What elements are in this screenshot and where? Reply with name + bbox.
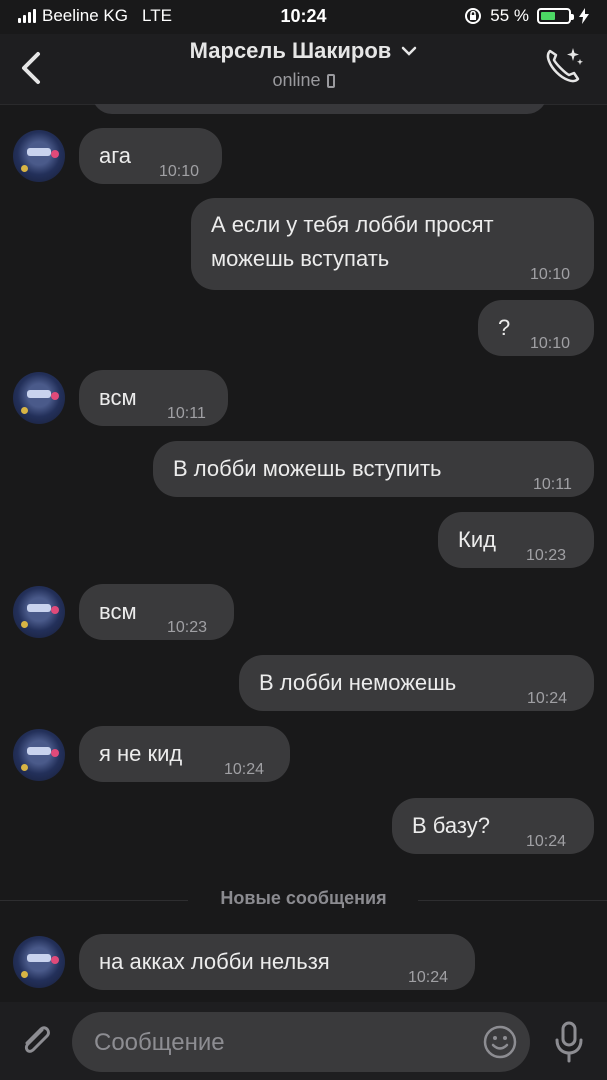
battery-fill bbox=[541, 12, 555, 20]
status-right: 55 % bbox=[464, 6, 589, 26]
outgoing-message[interactable]: В базу? 10:24 bbox=[392, 798, 594, 854]
emoji-icon[interactable] bbox=[482, 1024, 518, 1060]
message-text: ? bbox=[498, 315, 511, 340]
status-bar: Beeline KG LTE 10:24 55 % bbox=[0, 0, 607, 34]
incoming-message[interactable]: ага 10:10 bbox=[79, 128, 222, 184]
battery-percent: 55 % bbox=[490, 6, 529, 25]
message-text: В лобби можешь вступить bbox=[173, 456, 442, 481]
message-text: всм bbox=[99, 385, 137, 410]
contact-name: Марсель Шакиров bbox=[189, 38, 392, 63]
message-text: ага bbox=[99, 143, 132, 168]
partial-message bbox=[92, 104, 547, 114]
rotation-lock-icon bbox=[465, 8, 482, 24]
chat-header: Марсель Шакиров online bbox=[0, 34, 607, 105]
contact-avatar[interactable] bbox=[13, 130, 65, 182]
outgoing-message[interactable]: В лобби неможешь 10:24 bbox=[239, 655, 594, 711]
contact-avatar[interactable] bbox=[13, 729, 65, 781]
message-text: В лобби неможешь bbox=[259, 670, 457, 695]
message-text-line-1: А если у тебя лобби просят bbox=[211, 212, 494, 237]
message-time: 10:10 bbox=[530, 335, 571, 352]
online-status: online bbox=[272, 70, 321, 90]
contact-avatar[interactable] bbox=[13, 586, 65, 638]
message-text: на акках лобби нельзя bbox=[99, 949, 330, 974]
outgoing-message[interactable]: ? 10:10 bbox=[478, 300, 594, 356]
message-time: 10:24 bbox=[527, 690, 568, 707]
message-text: Кид bbox=[458, 527, 496, 552]
mobile-icon bbox=[326, 73, 335, 88]
message-time: 10:24 bbox=[224, 761, 265, 778]
new-messages-label: Новые сообщения bbox=[220, 888, 387, 908]
message-time: 10:10 bbox=[159, 163, 200, 180]
microphone-icon[interactable] bbox=[553, 1020, 585, 1064]
call-icon[interactable] bbox=[541, 44, 585, 88]
incoming-message[interactable]: всм 10:11 bbox=[79, 370, 228, 426]
message-time: 10:11 bbox=[167, 405, 206, 422]
incoming-message[interactable]: на акках лобби нельзя 10:24 bbox=[79, 934, 475, 990]
message-time: 10:11 bbox=[533, 476, 572, 493]
message-input[interactable] bbox=[92, 1012, 476, 1074]
message-time: 10:23 bbox=[526, 547, 567, 564]
message-time: 10:24 bbox=[526, 833, 567, 850]
message-text: В базу? bbox=[412, 813, 490, 838]
outgoing-message[interactable]: Кид 10:23 bbox=[438, 512, 594, 568]
battery-icon bbox=[537, 8, 574, 24]
contact-info[interactable]: Марсель Шакиров online bbox=[0, 38, 607, 91]
paperclip-icon[interactable] bbox=[18, 1020, 54, 1060]
message-text-line-2: можешь вступать bbox=[211, 246, 390, 271]
chevron-down-icon bbox=[402, 46, 417, 56]
contact-status: online bbox=[272, 70, 335, 91]
message-list[interactable]: ага 10:10 А если у тебя лобби просят мож… bbox=[0, 104, 607, 1002]
contact-avatar[interactable] bbox=[13, 372, 65, 424]
message-field[interactable] bbox=[72, 1012, 530, 1074]
outgoing-message[interactable]: А если у тебя лобби просят можешь вступа… bbox=[191, 198, 594, 290]
new-messages-divider: Новые сообщения bbox=[0, 888, 607, 912]
incoming-message[interactable]: всм 10:23 bbox=[79, 584, 234, 640]
message-time: 10:23 bbox=[167, 619, 208, 636]
message-time: 10:24 bbox=[408, 969, 449, 986]
outgoing-message[interactable]: В лобби можешь вступить 10:11 bbox=[153, 441, 594, 497]
message-text: я не кид bbox=[99, 741, 183, 766]
message-text: всм bbox=[99, 599, 137, 624]
charging-icon bbox=[579, 8, 589, 24]
contact-avatar[interactable] bbox=[13, 936, 65, 988]
composer-bar bbox=[0, 1002, 607, 1080]
contact-title: Марсель Шакиров bbox=[190, 38, 418, 64]
incoming-message[interactable]: я не кид 10:24 bbox=[79, 726, 290, 782]
message-time: 10:10 bbox=[530, 266, 571, 283]
